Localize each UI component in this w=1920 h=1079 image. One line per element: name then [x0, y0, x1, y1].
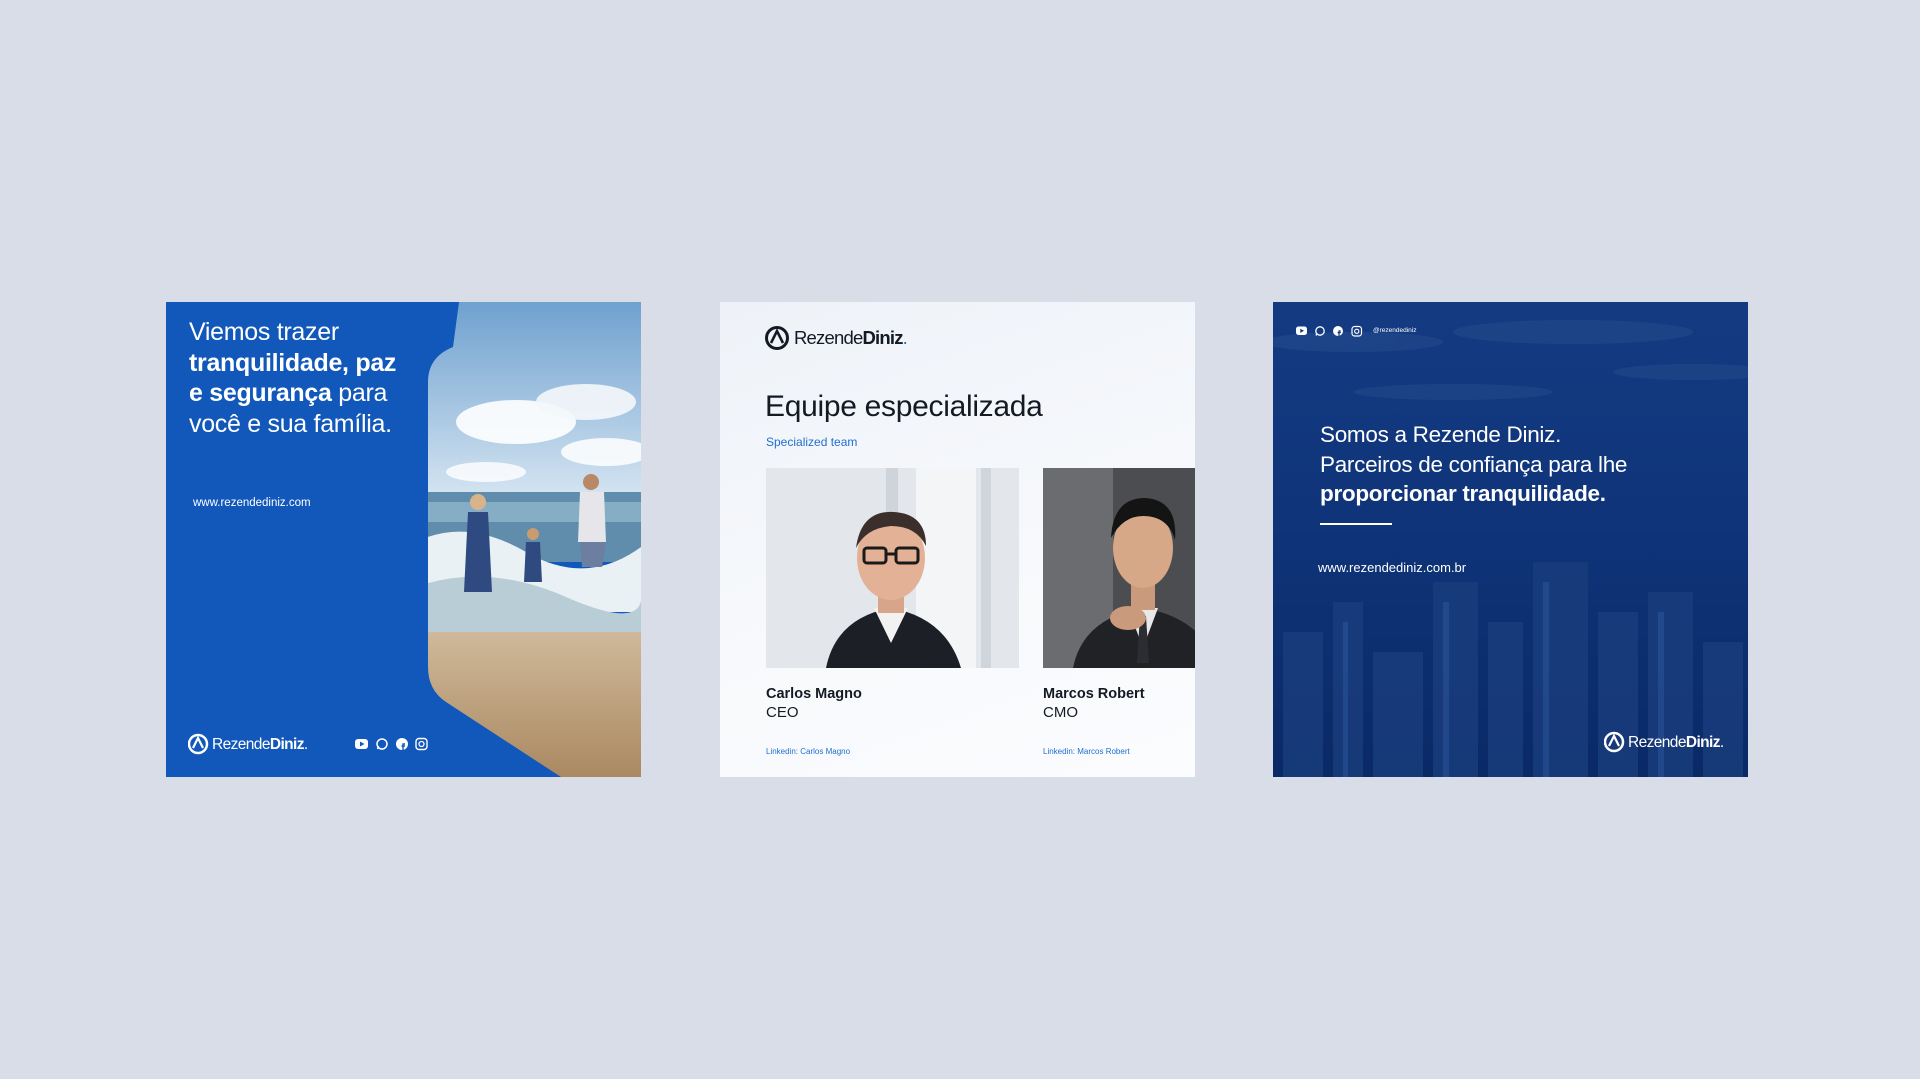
- facebook-icon[interactable]: [1333, 326, 1343, 336]
- social-icons: [355, 737, 435, 756]
- city-skyline-photo: [1273, 302, 1748, 777]
- portrait-photo: [1043, 468, 1195, 668]
- youtube-icon[interactable]: [355, 739, 368, 749]
- post-card-city: @rezendediniz Somos a Rezende Diniz. Par…: [1273, 302, 1748, 777]
- member-role: CEO: [766, 704, 799, 721]
- divider: [1320, 523, 1392, 525]
- card3-headline: Somos a Rezende Diniz. Parceiros de conf…: [1320, 422, 1628, 506]
- team-member-card: Marcos Robert CMO Linkedin: Marcos Rober…: [1043, 468, 1195, 756]
- instagram-icon[interactable]: [415, 737, 428, 751]
- page-subtitle: Specialized team: [766, 435, 858, 449]
- website-link[interactable]: www.rezendediniz.com.br: [1318, 560, 1466, 575]
- page-title: Equipe especializada: [765, 390, 1043, 423]
- social-handle[interactable]: @rezendediniz: [1373, 327, 1416, 334]
- member-role: CMO: [1043, 704, 1078, 721]
- whatsapp-icon[interactable]: [1315, 326, 1325, 336]
- website-link[interactable]: www.rezendediniz.com: [193, 497, 311, 509]
- whatsapp-icon[interactable]: [376, 738, 388, 750]
- post-card-team: RezendeDiniz. Equipe especializada Speci…: [720, 302, 1195, 777]
- instagram-icon[interactable]: [1351, 325, 1363, 337]
- linkedin-link[interactable]: Linkedin: Marcos Robert: [1043, 747, 1130, 756]
- member-name: Carlos Magno: [766, 686, 862, 702]
- svg-text:RezendeDiniz.: RezendeDiniz.: [1628, 734, 1724, 751]
- post-card-family: Viemos trazer tranquilidade, paz e segur…: [166, 302, 641, 777]
- brand-logo: RezendeDiniz.: [765, 324, 925, 357]
- linkedin-link[interactable]: Linkedin: Carlos Magno: [766, 747, 850, 756]
- brand-logo: RezendeDiniz.: [1603, 730, 1734, 759]
- member-name: Marcos Robert: [1043, 686, 1145, 702]
- card1-headline: Viemos trazer tranquilidade, paz e segur…: [189, 318, 397, 438]
- svg-text:RezendeDiniz.: RezendeDiniz.: [794, 327, 907, 348]
- youtube-icon[interactable]: [1296, 326, 1307, 336]
- portrait-photo: [766, 468, 1019, 668]
- team-member-card: Carlos Magno CEO Linkedin: Carlos Magno: [766, 468, 1019, 756]
- brand-logo: RezendeDiniz.: [187, 732, 318, 761]
- svg-text:RezendeDiniz.: RezendeDiniz.: [212, 736, 308, 753]
- social-icons: [1296, 324, 1371, 342]
- facebook-icon[interactable]: [396, 738, 408, 750]
